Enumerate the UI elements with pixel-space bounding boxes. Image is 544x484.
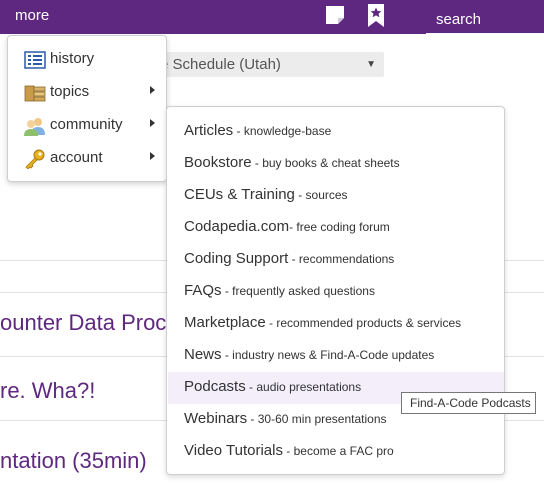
- submenu-item-marketplace[interactable]: Marketplace - recommended products & ser…: [168, 308, 504, 340]
- more-menu-button[interactable]: more: [15, 7, 49, 24]
- submenu-item-desc: - industry news & Find-A-Code updates: [221, 348, 435, 362]
- submenu-item-desc: - frequently asked questions: [221, 284, 375, 298]
- submenu-item-desc: - 30-60 min presentations: [247, 412, 387, 426]
- submenu-item-desc: - audio presentations: [245, 380, 362, 394]
- submenu-item-news[interactable]: News - industry news & Find-A-Code updat…: [168, 340, 504, 372]
- menu-item-label: history: [50, 50, 95, 67]
- tooltip: Find-A-Code Podcasts: [401, 392, 536, 414]
- menu-item-account[interactable]: account: [8, 142, 166, 175]
- menu-item-history[interactable]: history: [8, 43, 166, 76]
- submenu-item-faqs[interactable]: FAQs - frequently asked questions: [168, 276, 504, 308]
- search-input[interactable]: [426, 5, 544, 33]
- submenu-item-title: Coding Support: [184, 250, 289, 267]
- content-link[interactable]: ntation (35min): [0, 448, 147, 474]
- books-icon: [24, 83, 46, 103]
- content-link[interactable]: ounter Data Proc: [0, 310, 166, 336]
- content-link[interactable]: re. Wha?!: [0, 378, 95, 404]
- submenu-item-title: Podcasts: [184, 378, 246, 395]
- search-box: [426, 5, 544, 35]
- submenu-item-articles[interactable]: Articles - knowledge-base: [168, 116, 504, 148]
- submenu-item-desc: - knowledge-base: [233, 124, 332, 138]
- topics-submenu: Articles - knowledge-base Bookstore - bu…: [166, 106, 505, 475]
- submenu-item-video-tutorials[interactable]: Video Tutorials - become a FAC pro: [168, 436, 504, 468]
- submenu-item-title: Bookstore: [184, 154, 252, 171]
- bookmark-icon[interactable]: [367, 3, 385, 28]
- chevron-right-icon: [150, 86, 155, 94]
- submenu-item-title: FAQs: [184, 282, 222, 299]
- submenu-item-desc: - sources: [294, 188, 348, 202]
- submenu-item-desc: - free coding forum: [289, 220, 390, 234]
- schedule-select[interactable]: e Schedule (Utah) ▼: [150, 52, 384, 77]
- submenu-item-desc: - buy books & cheat sheets: [251, 156, 400, 170]
- submenu-item-codapedia[interactable]: Codapedia.com- free coding forum: [168, 212, 504, 244]
- submenu-item-title: CEUs & Training: [184, 186, 295, 203]
- menu-item-community[interactable]: community: [8, 109, 166, 142]
- menu-item-topics[interactable]: topics: [8, 76, 166, 109]
- list-icon: [24, 50, 46, 70]
- submenu-item-title: Articles: [184, 122, 234, 139]
- submenu-item-title: Video Tutorials: [184, 442, 283, 459]
- top-nav-bar: more: [0, 0, 544, 35]
- submenu-item-title: Webinars: [184, 410, 248, 427]
- submenu-item-desc: - become a FAC pro: [282, 444, 394, 458]
- menu-item-label: community: [50, 116, 123, 133]
- menu-item-label: account: [50, 149, 103, 166]
- submenu-item-title: Codapedia.com: [184, 218, 290, 235]
- menu-item-label: topics: [50, 83, 90, 100]
- people-icon: [24, 116, 46, 136]
- schedule-select-value: e Schedule (Utah): [160, 56, 281, 73]
- more-dropdown-menu: history topics community account: [7, 35, 167, 182]
- submenu-item-desc: - recommended products & services: [265, 316, 462, 330]
- submenu-item-coding-support[interactable]: Coding Support - recommendations: [168, 244, 504, 276]
- note-icon[interactable]: [325, 5, 345, 25]
- submenu-item-title: Marketplace: [184, 314, 266, 331]
- submenu-item-title: News: [184, 346, 222, 363]
- submenu-item-ceus-training[interactable]: CEUs & Training - sources: [168, 180, 504, 212]
- submenu-item-desc: - recommendations: [288, 252, 395, 266]
- key-icon: [24, 149, 46, 170]
- chevron-right-icon: [150, 152, 155, 160]
- submenu-item-bookstore[interactable]: Bookstore - buy books & cheat sheets: [168, 148, 504, 180]
- caret-down-icon: ▼: [366, 59, 376, 70]
- chevron-right-icon: [150, 119, 155, 127]
